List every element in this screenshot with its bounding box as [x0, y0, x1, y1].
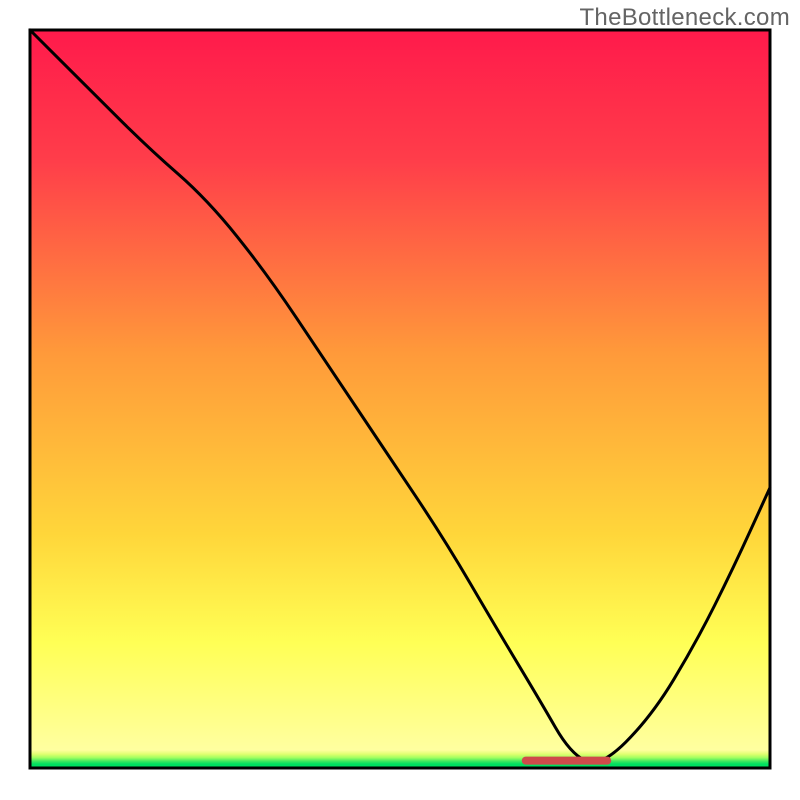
gradient-background [30, 30, 770, 750]
green-band [30, 750, 770, 764]
bottleneck-chart [0, 0, 800, 800]
chart-container: TheBottleneck.com [0, 0, 800, 800]
watermark-text: TheBottleneck.com [579, 4, 790, 32]
